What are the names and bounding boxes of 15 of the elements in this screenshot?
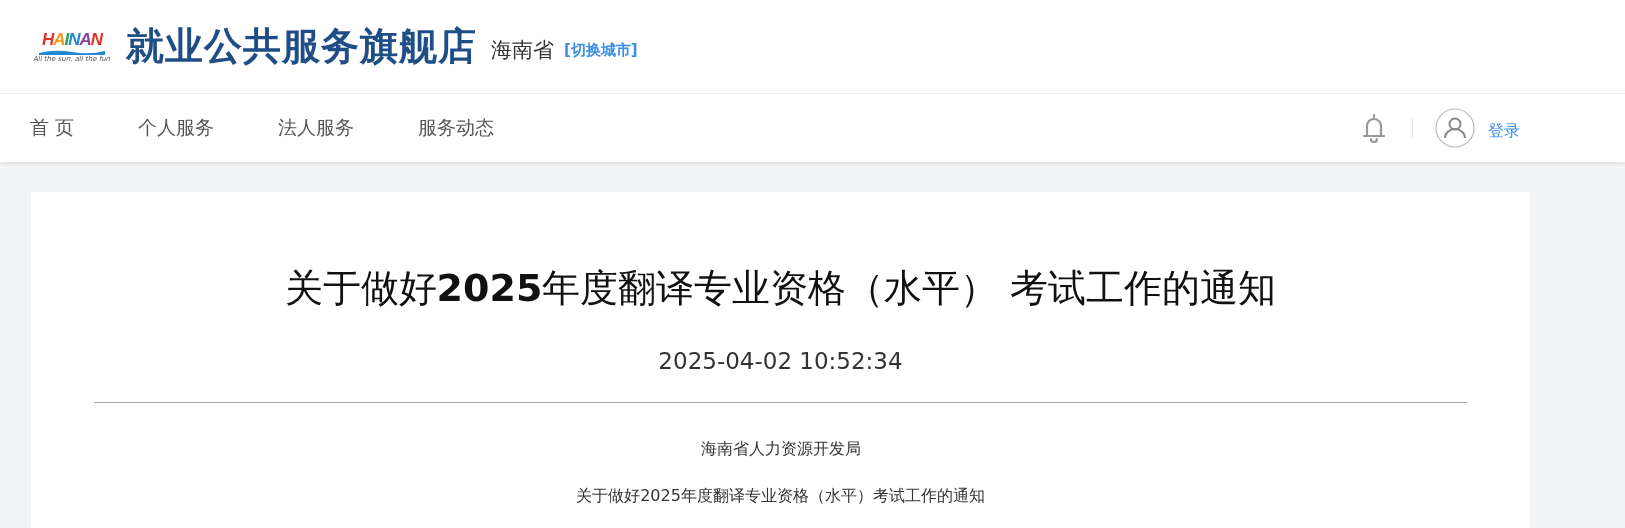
nav-link[interactable]: 个人服务 (138, 115, 215, 141)
nav-link[interactable]: 服务动态 (418, 115, 495, 141)
login-link[interactable]: 登录 (1488, 120, 1520, 142)
article-paragraph: 海南省人力资源开发局 (699, 438, 862, 460)
article-paragraph: 关于做好2025年度翻译专业资格（水平）考试工作的通知 (575, 485, 986, 507)
wave-icon (39, 48, 105, 55)
avatar-icon[interactable] (1435, 108, 1475, 148)
publish-date: 2025-04-02 10:52:34 (657, 347, 904, 374)
nav-link[interactable]: 首 页 (30, 115, 75, 141)
bell-icon[interactable] (1362, 113, 1386, 143)
nav-link[interactable]: 法人服务 (278, 115, 355, 141)
logo-wordmark: HAINAN (41, 30, 103, 48)
site-title: 就业公共服务旗舰店 (126, 23, 477, 70)
article-title: 关于做好2025年度翻译专业资格（水平） 考试工作的通知 (283, 266, 1278, 312)
province-label: 海南省 (491, 36, 554, 64)
